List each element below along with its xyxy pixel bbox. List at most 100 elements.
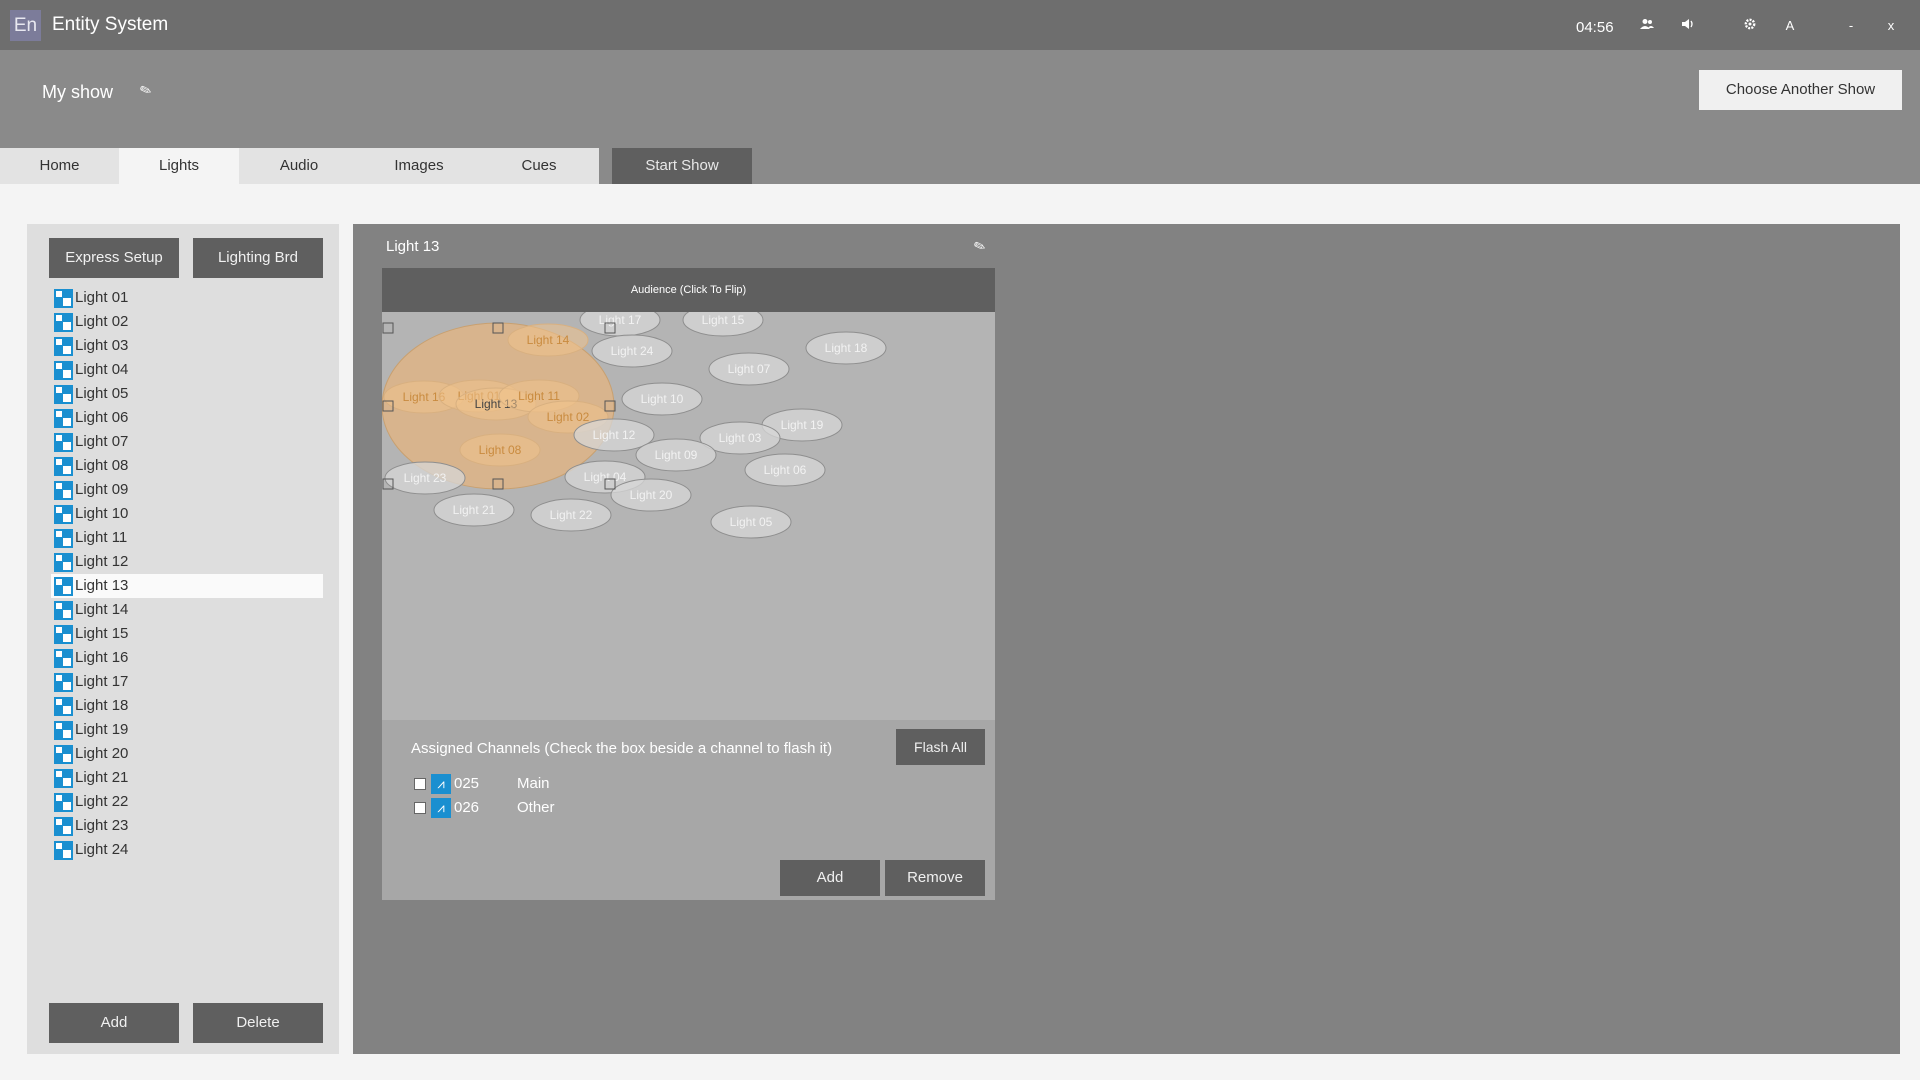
light-list-item[interactable]: Light 21 — [51, 766, 323, 790]
stage-light[interactable]: Light 14 — [507, 323, 589, 357]
light-label: Light 18 — [75, 697, 129, 714]
close-button[interactable]: x — [1881, 16, 1901, 36]
add-light-button[interactable]: Add — [49, 1003, 179, 1043]
light-label: Light 12 — [75, 553, 129, 570]
light-label: Light 07 — [75, 433, 129, 450]
light-label: Light 09 — [75, 481, 129, 498]
stage-light[interactable]: Light 18 — [805, 331, 887, 365]
light-list-item[interactable]: Light 20 — [51, 742, 323, 766]
lighting-board-button[interactable]: Lighting Brd — [193, 238, 323, 278]
tab-audio[interactable]: Audio — [239, 148, 359, 184]
stage-light-label: Light 09 — [655, 448, 698, 462]
light-icon — [54, 553, 73, 572]
channel-number: 026 — [454, 799, 480, 816]
font-size-button[interactable]: A — [1780, 16, 1800, 36]
light-label: Light 15 — [75, 625, 129, 642]
light-list-item[interactable]: Light 17 — [51, 670, 323, 694]
stage-light[interactable]: Light 06 — [744, 453, 826, 487]
stage-light[interactable]: Light 22 — [530, 498, 612, 532]
light-list-item[interactable]: Light 05 — [51, 382, 323, 406]
light-list-item[interactable]: Light 16 — [51, 646, 323, 670]
stage-light[interactable]: Light 10 — [621, 382, 703, 416]
light-list-item[interactable]: Light 18 — [51, 694, 323, 718]
add-channel-button[interactable]: Add — [780, 860, 880, 896]
light-label: Light 05 — [75, 385, 129, 402]
channel-checkbox[interactable] — [414, 802, 426, 814]
light-list-item[interactable]: Light 01 — [51, 286, 323, 310]
light-icon — [54, 385, 73, 404]
light-label: Light 22 — [75, 793, 129, 810]
waveform-icon: ⩘ — [431, 774, 451, 794]
light-label: Light 23 — [75, 817, 129, 834]
stage-light[interactable]: Light 08 — [459, 433, 541, 467]
stage-light-label: Light 19 — [781, 418, 824, 432]
stage-light[interactable]: Light 20 — [610, 478, 692, 512]
volume-icon[interactable] — [1678, 16, 1698, 36]
stage-light[interactable]: Light 07 — [708, 352, 790, 386]
light-list-item[interactable]: Light 08 — [51, 454, 323, 478]
stage-light-label: Light 12 — [593, 428, 636, 442]
tab-cues[interactable]: Cues — [479, 148, 599, 184]
resize-handle[interactable] — [382, 322, 394, 334]
light-icon — [54, 529, 73, 548]
stage-light-label: Light 08 — [479, 443, 522, 457]
light-list-item[interactable]: Light 22 — [51, 790, 323, 814]
light-label: Light 10 — [75, 505, 129, 522]
light-icon — [54, 577, 73, 596]
light-icon — [54, 769, 73, 788]
light-list-item[interactable]: Light 09 — [51, 478, 323, 502]
app-title: Entity System — [52, 14, 169, 35]
gear-icon[interactable] — [1740, 16, 1760, 36]
light-list-item[interactable]: Light 23 — [51, 814, 323, 838]
stage-light-label: Light 07 — [728, 362, 771, 376]
light-icon — [54, 841, 73, 860]
light-list-item[interactable]: Light 12 — [51, 550, 323, 574]
light-list-item[interactable]: Light 11 — [51, 526, 323, 550]
light-label: Light 08 — [75, 457, 129, 474]
stage-light-label: Light 11 — [518, 389, 560, 403]
stage-light[interactable]: Light 09 — [635, 438, 717, 472]
light-label: Light 19 — [75, 721, 129, 738]
light-icon — [54, 361, 73, 380]
delete-light-button[interactable]: Delete — [193, 1003, 323, 1043]
light-label: Light 21 — [75, 769, 129, 786]
remove-channel-button[interactable]: Remove — [885, 860, 985, 896]
light-list-item[interactable]: Light 06 — [51, 406, 323, 430]
light-list-item[interactable]: Light 10 — [51, 502, 323, 526]
stage-light-label: Light 06 — [764, 463, 807, 477]
light-list-item[interactable]: Light 07 — [51, 430, 323, 454]
minimize-button[interactable]: - — [1841, 16, 1861, 36]
stage-light-label: Light 05 — [730, 515, 773, 529]
start-show-button[interactable]: Start Show — [612, 148, 752, 184]
light-list-item[interactable]: Light 14 — [51, 598, 323, 622]
stage-light[interactable]: Light 24 — [591, 334, 673, 368]
express-setup-button[interactable]: Express Setup — [49, 238, 179, 278]
audience-flip-button[interactable]: Audience (Click To Flip) — [382, 268, 995, 312]
light-list-item[interactable]: Light 15 — [51, 622, 323, 646]
tab-home[interactable]: Home — [0, 148, 119, 184]
light-list-item[interactable]: Light 24 — [51, 838, 323, 862]
light-list-item[interactable]: Light 04 — [51, 358, 323, 382]
tab-lights[interactable]: Lights — [119, 148, 239, 184]
waveform-icon: ⩘ — [431, 798, 451, 818]
flash-all-button[interactable]: Flash All — [896, 729, 985, 765]
light-list-item[interactable]: Light 02 — [51, 310, 323, 334]
stage-light-label: Light 03 — [719, 431, 762, 445]
stage-light[interactable]: Light 05 — [710, 505, 792, 539]
stage-svg[interactable]: Light 16Light 01Light 13Light 11Light 14… — [382, 312, 995, 720]
stage-light[interactable]: Light 23 — [384, 461, 466, 495]
light-icon — [54, 817, 73, 836]
light-icon — [54, 601, 73, 620]
choose-another-show-button[interactable]: Choose Another Show — [1699, 70, 1902, 110]
stage-light[interactable]: Light 17 — [579, 312, 661, 337]
stage-light[interactable]: Light 15 — [682, 312, 764, 337]
light-icon — [54, 313, 73, 332]
light-list-item[interactable]: Light 13 — [51, 574, 323, 598]
stage-plot[interactable]: Light 16Light 01Light 13Light 11Light 14… — [382, 312, 995, 720]
stage-light[interactable]: Light 21 — [433, 493, 515, 527]
channel-checkbox[interactable] — [414, 778, 426, 790]
tab-images[interactable]: Images — [359, 148, 479, 184]
light-list-item[interactable]: Light 19 — [51, 718, 323, 742]
light-list-item[interactable]: Light 03 — [51, 334, 323, 358]
users-icon[interactable] — [1637, 16, 1657, 36]
